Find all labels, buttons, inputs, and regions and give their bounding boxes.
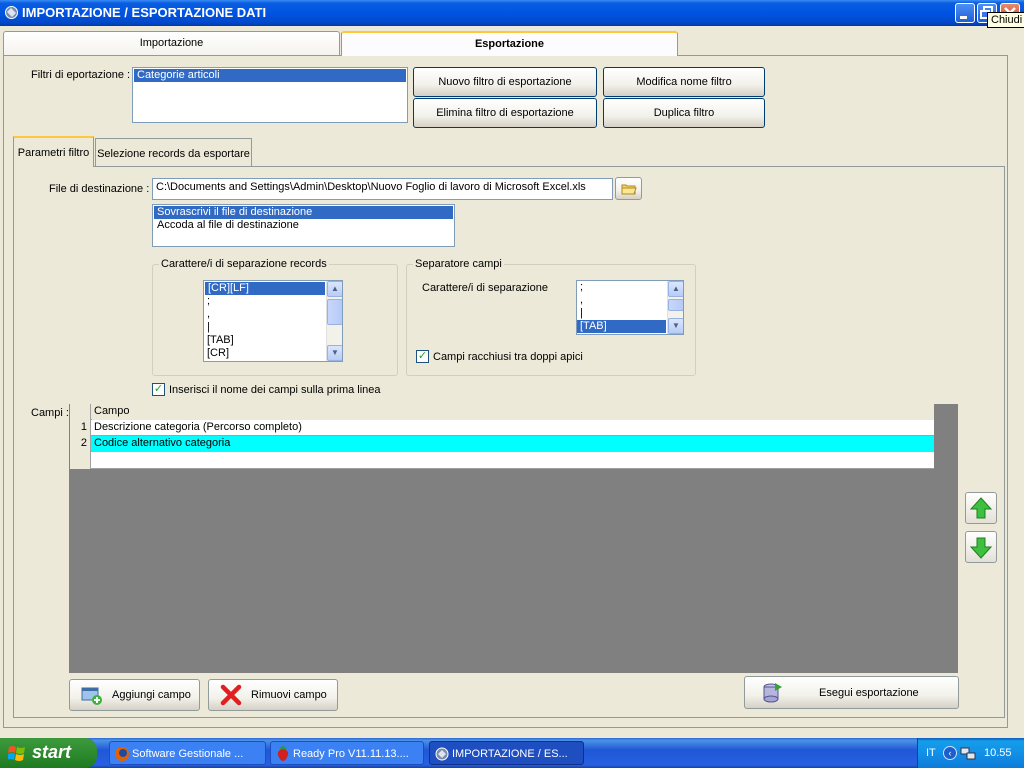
browse-folder-button[interactable]: [615, 177, 642, 200]
grid-corner: [70, 404, 91, 420]
strawberry-icon: [277, 746, 289, 761]
table-row[interactable]: 1 Descrizione categoria (Percorso comple…: [70, 420, 934, 436]
taskbar-item-readypro[interactable]: Ready Pro V11.11.13....: [270, 741, 424, 765]
scroll-up-icon[interactable]: ▲: [327, 281, 342, 297]
tray-expand-icon[interactable]: ‹: [943, 746, 957, 760]
grid-column-campo[interactable]: Campo: [92, 404, 934, 420]
scroll-down-icon[interactable]: ▼: [668, 318, 683, 334]
header-check-label: Inserisci il nome dei campi sulla prima …: [169, 384, 381, 396]
arrow-up-icon: [969, 497, 993, 519]
destination-label: File di destinazione :: [49, 183, 150, 195]
scroll-thumb[interactable]: [668, 299, 683, 311]
record-separator-legend: Carattere/i di separazione records: [161, 258, 327, 270]
record-sep-scrollbar[interactable]: ▲ ▼: [326, 281, 342, 361]
taskbar-item-software[interactable]: Software Gestionale ...: [109, 741, 266, 765]
export-run-icon: [763, 682, 782, 702]
write-mode-overwrite[interactable]: Sovrascrivi il file di destinazione: [154, 206, 453, 219]
minimize-button[interactable]: [955, 3, 975, 23]
record-sep-item[interactable]: [TAB]: [204, 334, 342, 347]
tab-selezione-records[interactable]: Selezione records da esportare: [95, 138, 252, 166]
table-row-new[interactable]: [70, 452, 934, 469]
fields-label: Campi :: [31, 407, 69, 419]
firefox-icon: [115, 747, 129, 761]
move-up-button[interactable]: [965, 492, 997, 524]
start-label: start: [32, 742, 72, 762]
record-sep-item[interactable]: |: [204, 321, 342, 334]
add-field-label: Aggiungi campo: [112, 689, 191, 701]
taskbar-item-label: Software Gestionale ...: [132, 748, 244, 760]
header-checkbox[interactable]: ✓: [152, 383, 165, 396]
taskbar-item-importazione[interactable]: IMPORTAZIONE / ES...: [429, 741, 584, 765]
app-icon: [5, 6, 18, 19]
add-field-icon: [81, 687, 102, 705]
system-tray: IT ‹ 10.55: [917, 738, 1024, 768]
row-campo[interactable]: Codice alternativo categoria: [92, 436, 934, 452]
taskbar-item-label: IMPORTAZIONE / ES...: [452, 748, 568, 760]
filter-item[interactable]: Categorie articoli: [134, 69, 406, 82]
row-number: [70, 452, 91, 469]
folder-icon: [621, 184, 637, 194]
scroll-down-icon[interactable]: ▼: [327, 345, 342, 361]
delete-filter-button[interactable]: Elimina filtro di esportazione: [413, 98, 597, 128]
move-down-button[interactable]: [965, 531, 997, 563]
language-indicator[interactable]: IT: [926, 747, 936, 759]
field-separator-legend: Separatore campi: [415, 258, 502, 270]
network-icon[interactable]: [960, 745, 976, 761]
record-sep-item[interactable]: ,: [204, 308, 342, 321]
taskbar-item-label: Ready Pro V11.11.13....: [293, 748, 409, 760]
start-button[interactable]: start: [0, 738, 97, 768]
clock: 10.55: [984, 747, 1012, 759]
grid-header: Campo: [70, 404, 934, 420]
tab-parametri-filtro[interactable]: Parametri filtro: [13, 136, 94, 167]
minimize-icon: [960, 16, 967, 19]
record-sep-item[interactable]: ;: [204, 295, 342, 308]
remove-field-label: Rimuovi campo: [251, 689, 327, 701]
run-export-label: Esegui esportazione: [819, 686, 919, 699]
tab-importazione[interactable]: Importazione: [3, 31, 340, 55]
destination-path-input[interactable]: C:\Documents and Settings\Admin\Desktop\…: [152, 178, 613, 200]
remove-field-button[interactable]: Rimuovi campo: [208, 679, 338, 711]
write-mode-list[interactable]: Sovrascrivi il file di destinazione Acco…: [152, 204, 455, 247]
rename-filter-button[interactable]: Modifica nome filtro: [603, 67, 765, 97]
field-separator-chars-label: Carattere/i di separazione: [422, 282, 548, 294]
record-sep-item[interactable]: [CR]: [204, 347, 342, 360]
remove-icon: [220, 684, 242, 706]
window-title: IMPORTAZIONE / ESPORTAZIONE DATI: [22, 5, 267, 20]
run-export-button[interactable]: Esegui esportazione: [744, 676, 959, 709]
title-bar[interactable]: IMPORTAZIONE / ESPORTAZIONE DATI: [0, 0, 1024, 26]
field-sep-item[interactable]: [TAB]: [577, 320, 666, 333]
duplicate-filter-button[interactable]: Duplica filtro: [603, 98, 765, 128]
row-number: 1: [70, 420, 91, 436]
tab-esportazione[interactable]: Esportazione: [341, 31, 678, 56]
field-sep-scrollbar[interactable]: ▲ ▼: [667, 281, 683, 334]
table-row[interactable]: 2 Codice alternativo categoria: [70, 436, 934, 452]
filters-list[interactable]: Categorie articoli: [132, 67, 408, 123]
arrow-down-icon: [969, 537, 993, 559]
quotes-checkbox[interactable]: ✓: [416, 350, 429, 363]
add-field-button[interactable]: Aggiungi campo: [69, 679, 200, 711]
scroll-thumb[interactable]: [327, 299, 342, 325]
quotes-label: Campi racchiusi tra doppi apici: [433, 351, 583, 363]
windows-logo-icon: [8, 746, 25, 761]
write-mode-append[interactable]: Accoda al file di destinazione: [154, 219, 453, 232]
row-campo[interactable]: Descrizione categoria (Percorso completo…: [92, 420, 934, 436]
row-number: 2: [70, 436, 91, 452]
filters-label: Filtri di eportazione :: [31, 69, 131, 81]
new-filter-button[interactable]: Nuovo filtro di esportazione: [413, 67, 597, 97]
app-icon: [435, 747, 449, 761]
field-separator-list[interactable]: ; , | [TAB] ▲ ▼: [576, 280, 684, 335]
scroll-up-icon[interactable]: ▲: [668, 281, 683, 297]
close-tooltip: Chiudi: [987, 12, 1024, 28]
record-sep-item[interactable]: [CR][LF]: [205, 282, 325, 295]
record-separator-list[interactable]: [CR][LF] ; , | [TAB] [CR] ▲ ▼: [203, 280, 343, 362]
